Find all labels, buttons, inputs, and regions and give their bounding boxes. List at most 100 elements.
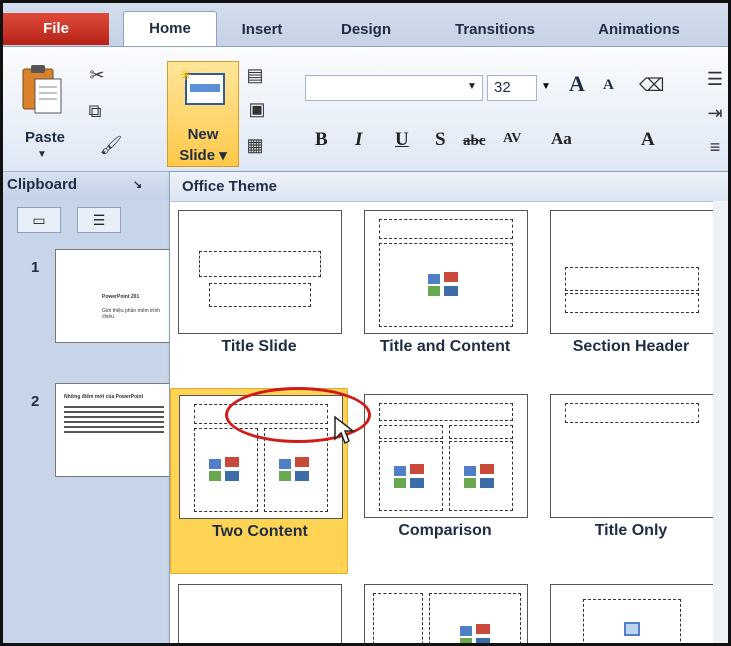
layout-blank[interactable] [170,578,348,643]
layout-name: Title and Content [379,338,511,355]
copy-icon[interactable]: ⧉ [83,101,107,121]
layout-section-header[interactable]: Section Header [542,204,720,390]
change-case-button[interactable]: Aa [551,129,572,149]
dialog-launcher-icon[interactable]: ↘ [133,178,142,191]
layout-thumbnail [364,394,528,518]
heading-placeholder-right [449,425,513,439]
content-icons-icon [394,464,424,488]
layout-thumbnail [550,210,714,334]
gallery-title: Office Theme [170,172,728,202]
font-color-button[interactable]: A [641,129,655,151]
clear-formatting-icon[interactable]: ⌫ [639,75,664,95]
layout-comparison[interactable]: Comparison [356,388,534,574]
font-name-input[interactable] [305,75,483,101]
tab-design[interactable]: Design [325,15,407,45]
indent-icon[interactable]: ⇥ [703,103,727,123]
content-placeholder-left [379,441,443,511]
section-icon[interactable]: ▦ [243,135,267,155]
strikethrough-button[interactable]: abc [463,133,486,150]
layout-thumbnail [178,584,342,643]
font-size-input[interactable]: 32 [487,75,537,101]
title-placeholder [379,403,513,421]
tab-home[interactable]: Home [123,11,217,48]
chevron-down-icon[interactable]: ▼ [467,81,477,92]
layout-icon[interactable]: ▤ [243,65,267,85]
powerpoint-window: File Home Insert Design Transitions Anim… [0,0,731,646]
slide-body-lines [64,426,164,433]
title-placeholder [565,403,699,423]
layout-name: Title Slide [221,338,297,355]
layout-thumbnail [364,584,528,643]
text-placeholder [565,293,699,313]
layout-name: Section Header [572,338,690,355]
bold-button[interactable]: B [315,129,328,151]
layout-thumbnail [178,210,342,334]
slide-number: 2 [31,393,40,410]
outline-tab-icon[interactable]: ☰ [77,207,121,233]
new-slide-label: New [187,126,219,143]
slide-title: Những điểm mới của PowerPoint [64,394,144,400]
layout-title-only[interactable]: Title Only [542,388,720,574]
italic-button[interactable]: I [355,129,362,151]
svg-text:✳: ✳ [180,68,192,83]
bullets-icon[interactable]: ☰ [703,69,727,89]
layout-title-slide[interactable]: Title Slide [170,204,348,390]
slide-title: PowerPoint 201 [102,294,140,300]
content-icons-icon [279,457,309,481]
paste-icon[interactable] [21,63,63,115]
shadow-button[interactable]: S [435,129,446,151]
title-placeholder [199,251,321,277]
tab-insert[interactable]: Insert [227,15,297,45]
layout-thumbnail [550,584,714,643]
title-placeholder [379,219,513,239]
reset-icon[interactable]: ▣ [245,99,269,119]
layout-content-with-caption[interactable] [356,578,534,643]
slide-thumbnail-2[interactable]: Những điểm mới của PowerPoint [55,383,175,477]
tab-animations[interactable]: Animations [577,15,701,45]
grow-font-button[interactable]: A [569,71,585,97]
content-placeholder [429,593,521,643]
chevron-down-icon[interactable]: ▼ [37,149,47,160]
underline-button[interactable]: U [395,129,409,151]
character-spacing-button[interactable]: AV [503,131,521,147]
content-icons-icon [209,457,239,481]
content-icons-icon [464,464,494,488]
new-slide-icon: ✳ [180,68,225,105]
layout-name: Title Only [594,522,668,539]
layout-title-and-content[interactable]: Title and Content [356,204,534,390]
content-placeholder [379,243,513,327]
gallery-scrollbar[interactable] [713,201,728,643]
content-placeholder-right [449,441,513,511]
picture-icon [624,622,640,636]
format-painter-icon[interactable]: 🖌 [99,135,123,155]
slides-tab-icon[interactable]: ▭ [17,207,61,233]
title-placeholder [565,267,699,291]
new-slide-button[interactable]: ✳ New Slide ▾ [167,61,239,167]
clipboard-group-label: Clipboard [7,176,77,193]
slide-thumbnail-1[interactable]: PowerPoint 201 Giới thiệu phần mềm trình… [55,249,175,343]
subtitle-placeholder [209,283,311,307]
paste-button-label[interactable]: Paste [25,129,65,146]
tab-file[interactable]: File [3,13,109,45]
picture-placeholder [583,599,681,643]
layout-name: Two Content [212,523,308,540]
content-placeholder-left [194,428,258,512]
layout-picture-with-caption[interactable] [542,578,720,643]
slide-body-lines [64,406,164,413]
chevron-down-icon[interactable]: ▼ [541,81,551,92]
layout-thumbnail [550,394,714,518]
slide-body-lines [64,416,164,423]
cut-icon[interactable]: ✂ [85,65,109,85]
content-icons-icon [460,624,490,643]
tab-transitions[interactable]: Transitions [435,15,555,45]
pane-tabs: ▭ ☰ [17,207,167,233]
mouse-cursor-icon [334,415,355,445]
heading-placeholder-left [379,425,443,439]
shrink-font-button[interactable]: A [603,77,614,94]
slide-subtitle: Giới thiệu phần mềm trình chiếu [102,308,161,320]
content-icons-icon [428,272,458,296]
layout-thumbnail [364,210,528,334]
caption-placeholder [373,593,423,643]
align-icon[interactable]: ≡ [703,137,727,157]
slide-number: 1 [31,259,40,276]
